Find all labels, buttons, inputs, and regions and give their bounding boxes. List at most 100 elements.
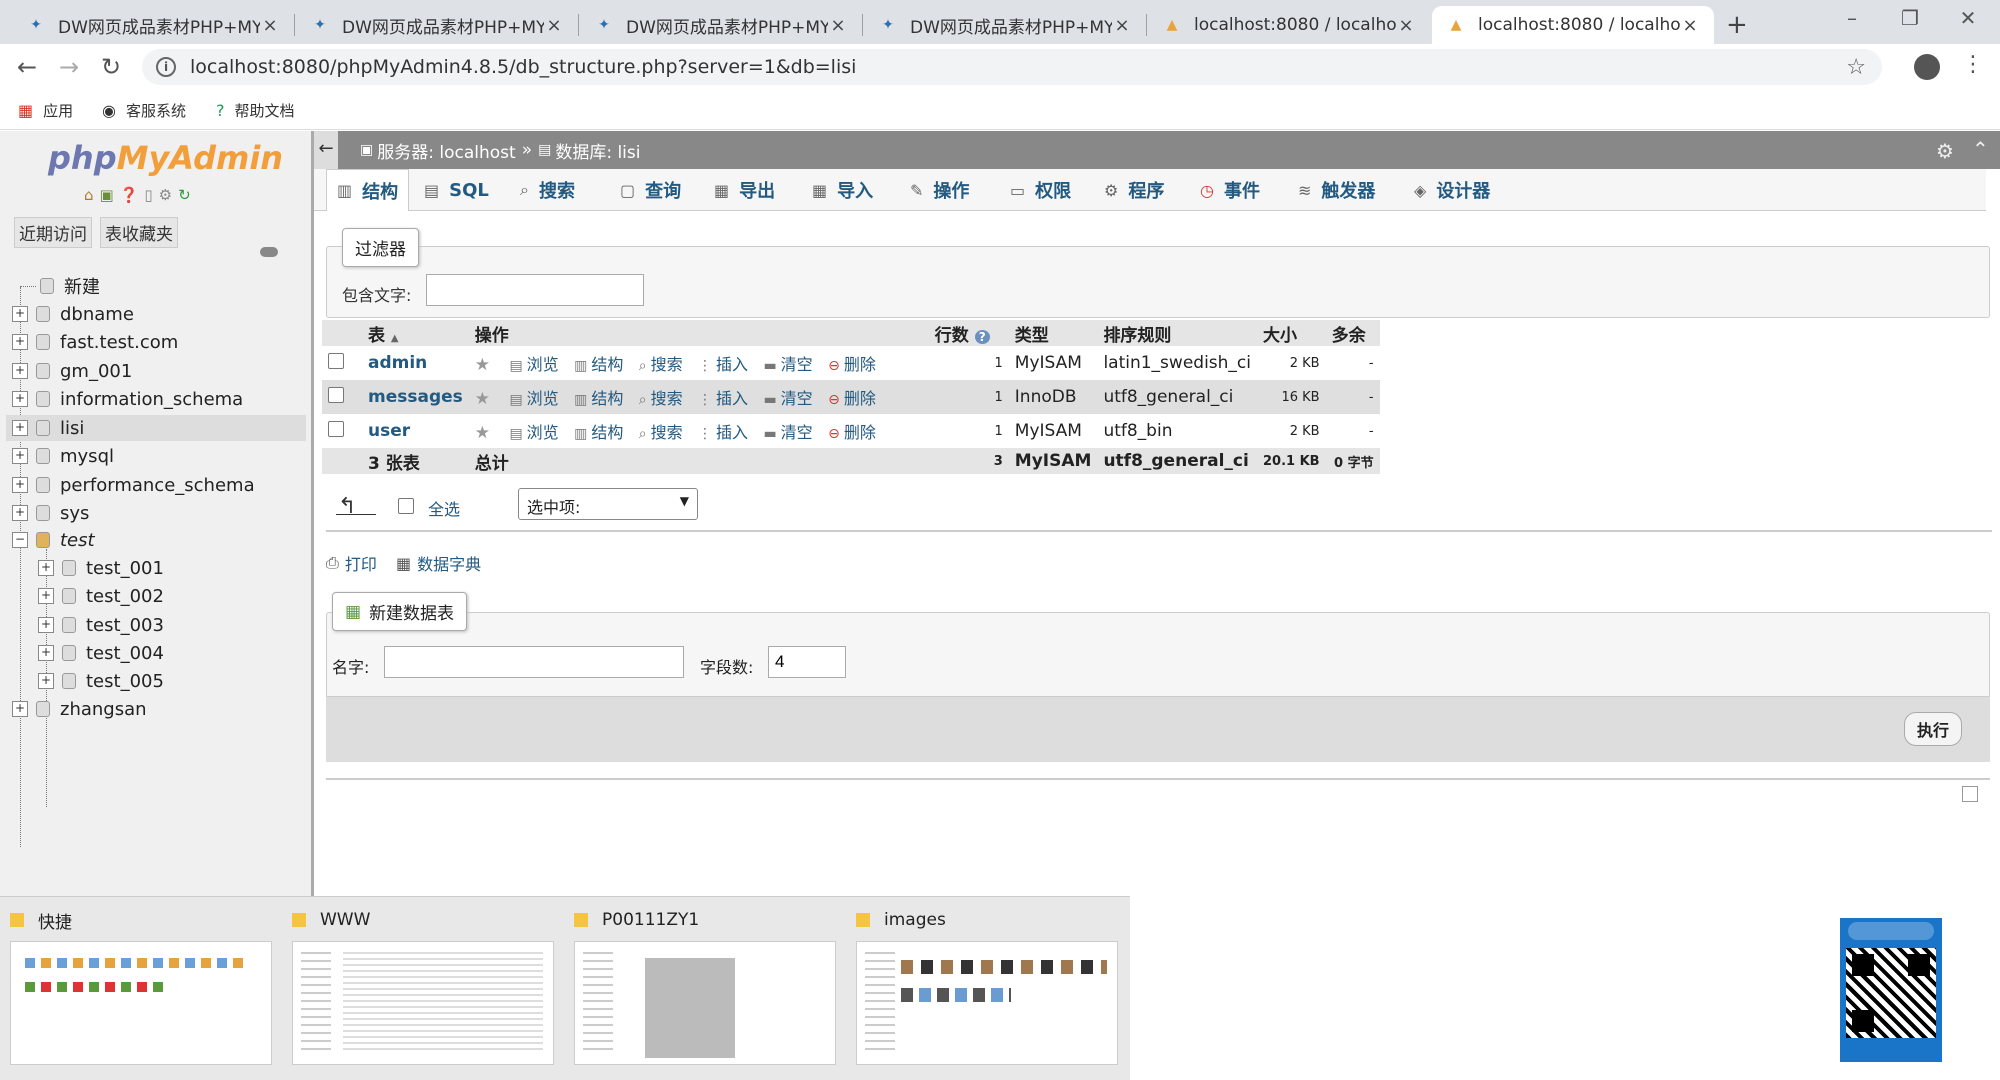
column-header-table[interactable]: 表 ▲ (362, 320, 469, 346)
drop-action[interactable]: ⊖ 删除 (828, 423, 876, 442)
insert-action[interactable]: ⋮ 插入 (698, 355, 748, 374)
tab-structure[interactable]: ▥ 结构 (326, 169, 410, 211)
reload-nav-icon[interactable]: ↻ (178, 186, 191, 204)
drop-action[interactable]: ⊖ 删除 (828, 355, 876, 374)
new-tab-icon[interactable]: + (1726, 10, 1748, 40)
select-all-checkbox[interactable] (398, 498, 414, 514)
forward-icon[interactable]: → (52, 50, 86, 84)
collapse-icon[interactable]: − (12, 532, 28, 548)
tab-privileges[interactable]: ▭ 权限 (1000, 169, 1081, 211)
column-header-rows[interactable]: 行数 ? (928, 320, 1009, 346)
bookmark-star-icon[interactable]: ☆ (1846, 55, 1866, 80)
close-tab-icon[interactable]: × (544, 15, 564, 36)
close-window-icon[interactable]: ✕ (1948, 6, 1988, 36)
thumbnail-quick[interactable]: 快捷 (10, 907, 282, 1077)
tree-item-group[interactable]: − test (12, 527, 95, 553)
browser-tab[interactable]: ▲ localhost:8080 / localhost / × (1148, 6, 1430, 44)
close-tab-icon[interactable]: × (828, 15, 848, 36)
address-bar[interactable]: i localhost:8080/phpMyAdmin4.8.5/db_stru… (142, 49, 1882, 85)
tab-query[interactable]: ▢ 查询 (610, 169, 691, 211)
help-icon[interactable]: ? (974, 329, 990, 344)
logout-icon[interactable]: ▣ (100, 186, 114, 204)
filter-input[interactable] (426, 274, 644, 306)
console-toggle-icon[interactable] (1962, 786, 1978, 802)
table-name-link[interactable]: admin (362, 346, 469, 380)
tree-item-db[interactable]: + mysql (12, 443, 114, 469)
thumbnail-p00111zy1[interactable]: P00111ZY1 (574, 907, 846, 1077)
tree-item-db[interactable]: + test_002 (38, 583, 164, 609)
expand-icon[interactable]: + (38, 673, 54, 689)
size-value[interactable]: 2 KB (1257, 414, 1326, 448)
browser-menu-icon[interactable]: ⋮ (1962, 52, 1984, 77)
column-header-size[interactable]: 大小 (1257, 320, 1326, 346)
site-info-icon[interactable]: i (156, 57, 176, 77)
tree-item-db[interactable]: + test_005 (38, 668, 164, 694)
row-checkbox[interactable] (328, 386, 344, 403)
field-count-input[interactable] (768, 646, 846, 678)
thumbnail-www[interactable]: WWW (292, 907, 564, 1077)
expand-icon[interactable]: + (38, 617, 54, 633)
breadcrumb-database[interactable]: 数据库: lisi (555, 138, 640, 163)
go-button[interactable]: 执行 (1904, 712, 1963, 746)
search-action[interactable]: ⌕ 搜索 (639, 355, 683, 374)
tree-item-db[interactable]: + zhangsan (12, 696, 147, 722)
browse-action[interactable]: ▤ 浏览 (509, 423, 558, 442)
tree-item-db[interactable]: + test_001 (38, 555, 164, 581)
favorite-star-icon[interactable]: ★ (475, 423, 490, 443)
expand-icon[interactable]: + (38, 560, 54, 576)
tree-item-db[interactable]: + information_schema (12, 386, 243, 412)
row-checkbox[interactable] (328, 352, 344, 369)
expand-icon[interactable]: + (12, 363, 28, 379)
print-link[interactable]: ⎙ 打印 (326, 551, 377, 575)
tab-export[interactable]: ▦ 导出 (704, 169, 785, 211)
tab-routines[interactable]: ⚙ 程序 (1094, 169, 1174, 211)
browser-tab[interactable]: ✦ DW网页成品素材PHP+MYS × (864, 6, 1146, 44)
tree-item-new[interactable]: 新建 (20, 273, 100, 299)
expand-icon[interactable]: + (12, 306, 28, 322)
tree-item-db[interactable]: + fast.test.com (12, 329, 178, 355)
reload-icon[interactable]: ↻ (94, 50, 128, 84)
empty-action[interactable]: ▬ 清空 (763, 355, 812, 374)
data-dictionary-link[interactable]: ▦ 数据字典 (396, 551, 481, 575)
thumbnail-images[interactable]: images (856, 907, 1128, 1077)
phpmyadmin-logo[interactable]: phpMyAdmin (48, 139, 283, 177)
close-tab-icon[interactable]: × (1396, 15, 1416, 36)
help-icon[interactable]: ❓ (120, 186, 139, 204)
expand-icon[interactable]: + (12, 701, 28, 717)
breadcrumb-server[interactable]: 服务器: localhost (377, 138, 515, 163)
browse-action[interactable]: ▤ 浏览 (509, 355, 558, 374)
bookmark-apps[interactable]: ▦ 应用 (18, 98, 73, 122)
tree-item-db[interactable]: + sys (12, 500, 89, 526)
empty-action[interactable]: ▬ 清空 (763, 389, 812, 408)
tree-item-db-selected[interactable]: + lisi (6, 415, 306, 441)
size-value[interactable]: 2 KB (1257, 346, 1326, 380)
link-collapse-icon[interactable] (260, 247, 278, 257)
favorite-star-icon[interactable]: ★ (475, 389, 490, 409)
back-icon[interactable]: ← (10, 50, 44, 84)
expand-icon[interactable]: + (38, 588, 54, 604)
insert-action[interactable]: ⋮ 插入 (698, 423, 748, 442)
column-header-type[interactable]: 类型 (1008, 320, 1098, 346)
browser-tab-active[interactable]: ▲ localhost:8080 / localhost / × (1432, 6, 1714, 44)
expand-icon[interactable]: + (12, 505, 28, 521)
tree-item-db[interactable]: + dbname (12, 301, 134, 327)
recent-tab[interactable]: 近期访问 (14, 217, 92, 248)
tab-events[interactable]: ◷ 事件 (1190, 169, 1270, 211)
structure-action[interactable]: ▥ 结构 (574, 423, 623, 442)
tree-item-db[interactable]: + test_003 (38, 612, 164, 638)
tab-sql[interactable]: ▤ SQL (414, 169, 499, 211)
expand-icon[interactable]: + (12, 420, 28, 436)
size-value[interactable]: 16 KB (1257, 380, 1326, 414)
settings-icon[interactable]: ⚙ (159, 186, 172, 204)
favorites-tab[interactable]: 表收藏夹 (100, 217, 178, 248)
tab-designer[interactable]: ◈ 设计器 (1404, 169, 1500, 211)
settings-gear-icon[interactable]: ⚙ (1936, 139, 1954, 163)
column-header-collation[interactable]: 排序规则 (1097, 320, 1257, 346)
table-name-link[interactable]: user (362, 414, 469, 448)
expand-icon[interactable]: + (12, 448, 28, 464)
expand-icon[interactable]: + (12, 391, 28, 407)
tab-triggers[interactable]: ≋ 触发器 (1288, 169, 1385, 211)
structure-action[interactable]: ▥ 结构 (574, 355, 623, 374)
tab-operations[interactable]: ✎ 操作 (900, 169, 979, 211)
browser-tab[interactable]: ✦ DW网页成品素材PHP+MYS × (580, 6, 862, 44)
